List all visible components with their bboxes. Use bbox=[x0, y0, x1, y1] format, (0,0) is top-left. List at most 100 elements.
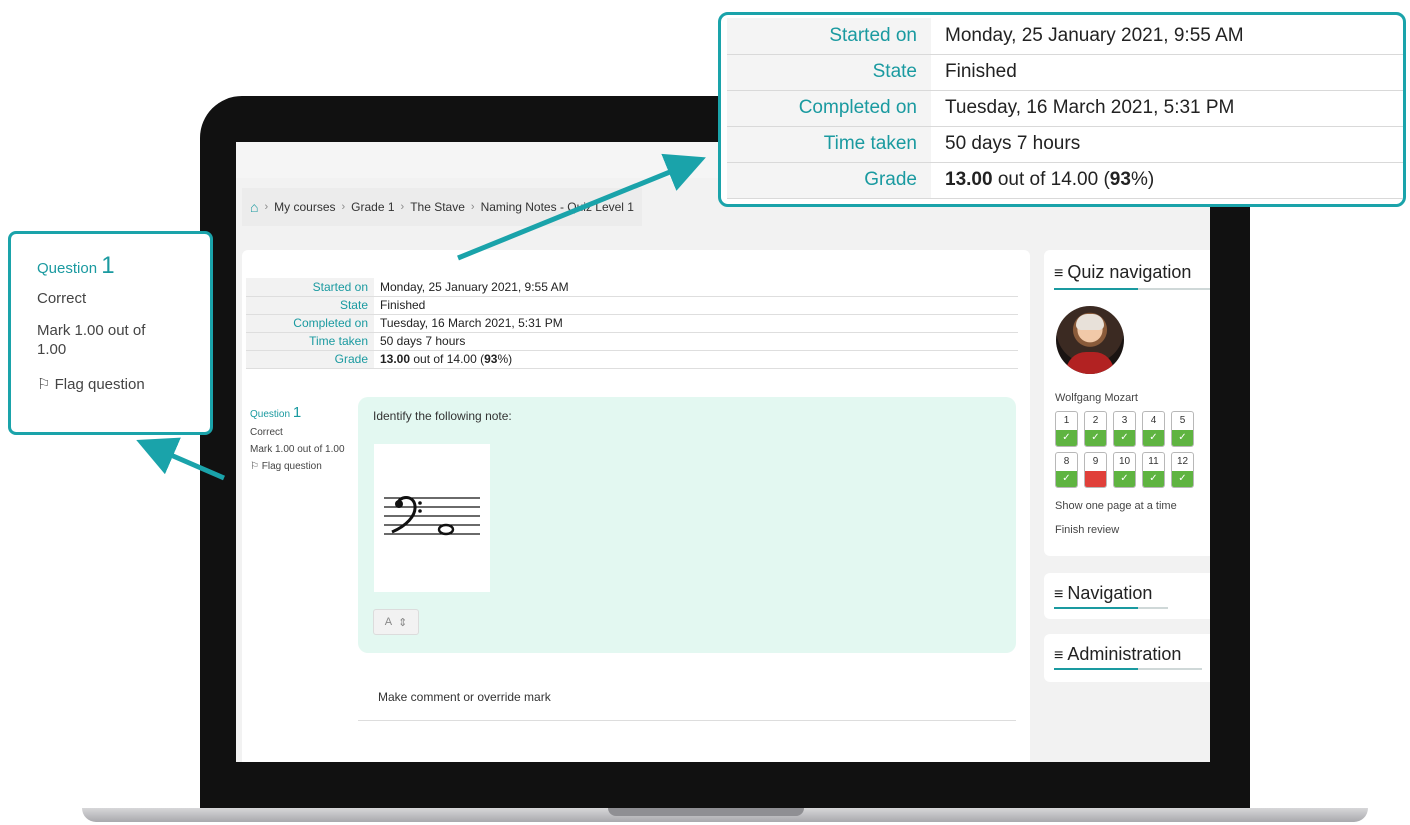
check-icon: ✓ bbox=[1056, 430, 1077, 446]
bass-clef-note-image bbox=[374, 444, 490, 592]
title-underline bbox=[1054, 607, 1138, 609]
zoomed-summary-table: Started on Monday, 25 January 2021, 9:55… bbox=[727, 18, 1403, 199]
breadcrumb-item-grade-1[interactable]: Grade 1 bbox=[351, 200, 394, 214]
question-button-number: 4 bbox=[1150, 415, 1157, 426]
zoom-question-number-value: 1 bbox=[101, 252, 115, 279]
summary-row-grade: Grade 13.00 out of 14.00 (93%) bbox=[246, 350, 1018, 369]
check-icon: ✓ bbox=[1143, 430, 1164, 446]
question-info: Question 1 Correct Mark 1.00 out of 1.00… bbox=[250, 404, 346, 478]
zoom-question-mark-line1: Mark 1.00 out of bbox=[37, 322, 146, 339]
laptop-screen: ⌂ › My courses › Grade 1 › The Stave › N… bbox=[236, 142, 1210, 762]
zoom-grade-value: 13.00 out of 14.00 (93%) bbox=[931, 162, 1403, 199]
question-button-number: 12 bbox=[1176, 456, 1189, 467]
zoom-row-completed: Completed on Tuesday, 16 March 2021, 5:3… bbox=[727, 90, 1403, 127]
zoom-value: 50 days 7 hours bbox=[931, 126, 1403, 163]
user-name: Wolfgang Mozart bbox=[1055, 392, 1138, 404]
summary-value: Monday, 25 January 2021, 9:55 AM bbox=[374, 278, 1018, 297]
zoom-label: Grade bbox=[727, 162, 931, 199]
question-button-11[interactable]: 11 ✓ bbox=[1142, 452, 1165, 488]
summary-label: Started on bbox=[246, 278, 374, 297]
navigation-block: ≡ Navigation bbox=[1044, 573, 1210, 619]
summary-row-started: Started on Monday, 25 January 2021, 9:55… bbox=[246, 278, 1018, 297]
summary-label: Time taken bbox=[246, 332, 374, 351]
zoomed-question-callout: Question 1 Correct Mark 1.00 out of 1.00… bbox=[8, 231, 213, 435]
check-icon: ✓ bbox=[1085, 430, 1106, 446]
zoom-row-time-taken: Time taken 50 days 7 hours bbox=[727, 126, 1403, 163]
question-button-10[interactable]: 10 ✓ bbox=[1113, 452, 1136, 488]
question-label: Question bbox=[250, 409, 291, 420]
flag-question-label: Flag question bbox=[261, 461, 322, 472]
zoom-flag-label: Flag question bbox=[54, 376, 145, 393]
zoom-flag-question[interactable]: ⚐ Flag question bbox=[37, 376, 145, 395]
hamburger-icon: ≡ bbox=[1054, 265, 1064, 282]
question-button-8[interactable]: 8 ✓ bbox=[1055, 452, 1078, 488]
zoom-row-started: Started on Monday, 25 January 2021, 9:55… bbox=[727, 18, 1403, 55]
make-comment-link[interactable]: Make comment or override mark bbox=[378, 690, 551, 704]
flag-question-link[interactable]: ⚐ Flag question bbox=[250, 461, 346, 473]
question-button-5[interactable]: 5 ✓ bbox=[1171, 411, 1194, 447]
question-buttons: 1 ✓ 2 ✓ 3 ✓ 4 ✓ 5 ✓ 8 ✓ 9 10 ✓ 11 ✓ 12 ✓ bbox=[1055, 411, 1194, 488]
zoom-value: Finished bbox=[931, 54, 1403, 91]
zoom-grade-suffix: %) bbox=[1130, 169, 1155, 190]
summary-value: 50 days 7 hours bbox=[374, 332, 1018, 351]
summary-grade-value: 13.00 out of 14.00 (93%) bbox=[374, 350, 1018, 369]
breadcrumb-item-quiz[interactable]: Naming Notes - Quiz Level 1 bbox=[481, 200, 634, 214]
question-button-number: 9 bbox=[1092, 456, 1099, 467]
question-button-number: 2 bbox=[1092, 415, 1099, 426]
flag-icon: ⚐ bbox=[37, 376, 51, 393]
summary-label: Completed on bbox=[246, 314, 374, 333]
select-arrows-icon: ⇕ bbox=[398, 616, 408, 629]
check-icon: ✓ bbox=[1172, 471, 1193, 487]
question-button-number: 3 bbox=[1121, 415, 1128, 426]
question-prompt: Identify the following note: bbox=[373, 409, 512, 423]
navigation-title: ≡ Navigation bbox=[1054, 583, 1152, 604]
quiz-review-main: Started on Monday, 25 January 2021, 9:55… bbox=[242, 250, 1030, 762]
staff-image bbox=[384, 496, 480, 536]
incorrect-indicator bbox=[1085, 471, 1106, 487]
zoom-grade-percent: 93 bbox=[1109, 169, 1131, 190]
quiz-navigation-title: ≡ Quiz navigation bbox=[1054, 262, 1191, 283]
finish-review-link[interactable]: Finish review bbox=[1055, 524, 1119, 536]
zoom-value: Monday, 25 January 2021, 9:55 AM bbox=[931, 18, 1403, 55]
question-button-number: 11 bbox=[1148, 456, 1159, 467]
breadcrumb: ⌂ › My courses › Grade 1 › The Stave › N… bbox=[242, 188, 642, 226]
administration-label: Administration bbox=[1067, 644, 1182, 664]
question-button-number: 5 bbox=[1179, 415, 1186, 426]
answer-select[interactable]: A ⇕ bbox=[373, 609, 419, 635]
zoom-question-status: Correct bbox=[37, 290, 87, 307]
zoom-row-state: State Finished bbox=[727, 54, 1403, 91]
question-button-9[interactable]: 9 bbox=[1084, 452, 1107, 488]
zoom-grade-score: 13.00 bbox=[945, 169, 993, 190]
check-icon: ✓ bbox=[1143, 471, 1164, 487]
administration-title: ≡ Administration bbox=[1054, 644, 1181, 665]
flag-icon: ⚐ bbox=[250, 461, 259, 472]
summary-row-completed: Completed on Tuesday, 16 March 2021, 5:3… bbox=[246, 314, 1018, 333]
check-icon: ✓ bbox=[1056, 471, 1077, 487]
check-icon: ✓ bbox=[1172, 430, 1193, 446]
title-underline-rest bbox=[1138, 288, 1210, 290]
question-button-3[interactable]: 3 ✓ bbox=[1113, 411, 1136, 447]
question-button-1[interactable]: 1 ✓ bbox=[1055, 411, 1078, 447]
breadcrumb-item-the-stave[interactable]: The Stave bbox=[410, 200, 465, 214]
question-button-4[interactable]: 4 ✓ bbox=[1142, 411, 1165, 447]
question-button-number: 10 bbox=[1118, 456, 1131, 467]
breadcrumb-separator: › bbox=[341, 201, 346, 213]
show-one-page-link[interactable]: Show one page at a time bbox=[1055, 500, 1177, 512]
question-button-2[interactable]: 2 ✓ bbox=[1084, 411, 1107, 447]
check-icon: ✓ bbox=[1114, 430, 1135, 446]
question-mark: Mark 1.00 out of 1.00 bbox=[250, 444, 345, 455]
home-icon[interactable]: ⌂ bbox=[250, 199, 258, 215]
question-button-12[interactable]: 12 ✓ bbox=[1171, 452, 1194, 488]
question-button-number: 8 bbox=[1063, 456, 1070, 467]
grade-score: 13.00 bbox=[380, 352, 411, 366]
question-button-number: 1 bbox=[1063, 415, 1070, 426]
title-underline bbox=[1054, 288, 1138, 290]
breadcrumb-separator: › bbox=[264, 201, 269, 213]
summary-row-state: State Finished bbox=[246, 296, 1018, 315]
grade-percent: 93 bbox=[484, 352, 498, 366]
hamburger-icon: ≡ bbox=[1054, 586, 1064, 603]
attempt-summary-table: Started on Monday, 25 January 2021, 9:55… bbox=[246, 278, 1018, 369]
breadcrumb-item-my-courses[interactable]: My courses bbox=[274, 200, 335, 214]
zoomed-summary-callout: Started on Monday, 25 January 2021, 9:55… bbox=[718, 12, 1406, 207]
summary-value: Tuesday, 16 March 2021, 5:31 PM bbox=[374, 314, 1018, 333]
